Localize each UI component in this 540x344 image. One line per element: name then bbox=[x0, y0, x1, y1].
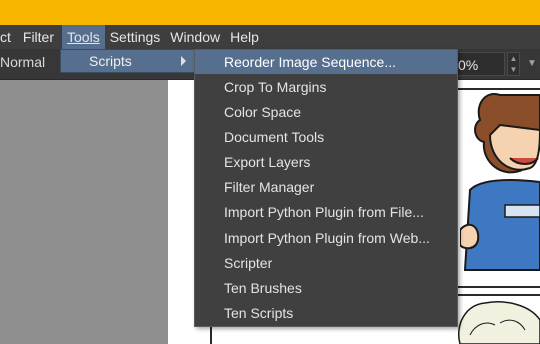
spin-down-icon[interactable]: ▼ bbox=[508, 64, 519, 75]
chevron-right-icon bbox=[181, 56, 186, 66]
chevron-down-icon[interactable]: ▼ bbox=[527, 58, 537, 69]
menu-item-ten-scripts[interactable]: Ten Scripts bbox=[195, 301, 457, 325]
menu-item-ten-brushes[interactable]: Ten Brushes bbox=[195, 276, 457, 300]
opacity-field[interactable]: 0% bbox=[453, 52, 505, 76]
menu-item-reorder-image-sequence[interactable]: Reorder Image Sequence... bbox=[195, 50, 457, 74]
menu-select[interactable]: ct bbox=[0, 25, 16, 49]
menu-select-label: ct bbox=[0, 29, 11, 45]
scripts-menu-item[interactable]: Scripts bbox=[60, 49, 195, 73]
comic-character-image bbox=[458, 301, 540, 344]
menu-item-import-python-plugin-web[interactable]: Import Python Plugin from Web... bbox=[195, 226, 457, 250]
menu-item-scripter[interactable]: Scripter bbox=[195, 251, 457, 275]
menu-help[interactable]: Help bbox=[225, 25, 264, 49]
menu-tools-label: Tools bbox=[67, 29, 100, 45]
menu-bar: ct Filter Tools Settings Window Help bbox=[0, 25, 540, 49]
blend-mode-select[interactable]: Normal bbox=[0, 54, 45, 70]
title-strip bbox=[0, 0, 540, 25]
canvas-background bbox=[0, 80, 168, 344]
menu-settings-label: Settings bbox=[109, 29, 161, 45]
menu-item-filter-manager[interactable]: Filter Manager bbox=[195, 175, 457, 199]
spin-up-icon[interactable]: ▲ bbox=[508, 53, 519, 64]
menu-tools[interactable]: Tools bbox=[62, 25, 105, 49]
menu-window[interactable]: Window bbox=[165, 25, 225, 49]
opacity-spinner[interactable]: ▲ ▼ bbox=[507, 52, 520, 76]
menu-filter[interactable]: Filter bbox=[16, 25, 59, 49]
comic-character-image bbox=[460, 93, 540, 271]
app-window: ct Filter Tools Settings Window Help Nor… bbox=[0, 0, 540, 344]
menu-item-color-space[interactable]: Color Space bbox=[195, 100, 457, 124]
menu-item-import-python-plugin-file[interactable]: Import Python Plugin from File... bbox=[195, 200, 457, 224]
scripts-submenu: Reorder Image Sequence... Crop To Margin… bbox=[194, 49, 458, 327]
menu-item-crop-to-margins[interactable]: Crop To Margins bbox=[195, 75, 457, 99]
menu-help-label: Help bbox=[230, 29, 259, 45]
scripts-menu-label: Scripts bbox=[89, 53, 132, 69]
menu-item-document-tools[interactable]: Document Tools bbox=[195, 125, 457, 149]
menu-window-label: Window bbox=[170, 29, 221, 45]
menu-settings[interactable]: Settings bbox=[105, 25, 166, 49]
menu-item-export-layers[interactable]: Export Layers bbox=[195, 150, 457, 174]
menu-filter-label: Filter bbox=[22, 29, 55, 45]
